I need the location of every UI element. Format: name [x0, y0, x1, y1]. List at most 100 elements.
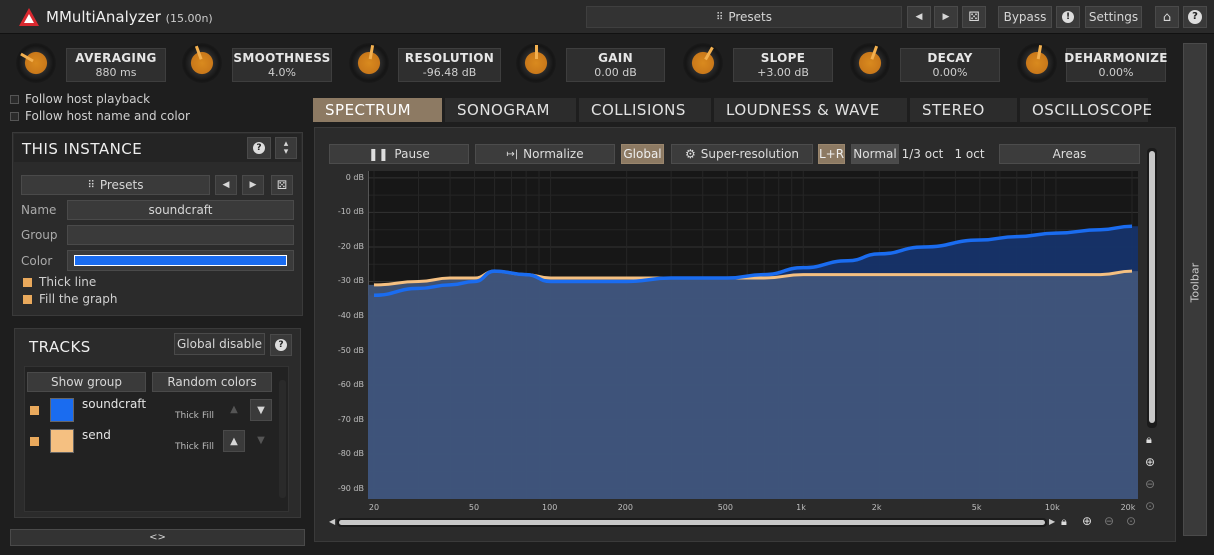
knob-dial[interactable] — [850, 43, 890, 83]
knob-dial[interactable] — [683, 43, 723, 83]
normalize-button[interactable]: ↦| Normalize — [475, 144, 615, 164]
zoom-reset-icon[interactable]: ⊙ — [1145, 499, 1155, 513]
random-colors-button[interactable]: Random colors — [152, 372, 272, 392]
instance-random-button[interactable]: ⚄ — [271, 175, 293, 195]
knob-dial[interactable] — [16, 43, 56, 83]
tab-stereo[interactable]: STEREO — [910, 98, 1017, 122]
group-field[interactable] — [67, 225, 294, 245]
group-label: Group — [21, 228, 58, 242]
lock-icon[interactable]: 🔒︎ — [1146, 433, 1152, 447]
pause-button[interactable]: ❚❚ Pause — [329, 144, 469, 164]
param-label-slope[interactable]: SLOPE +3.00 dB — [733, 48, 833, 82]
tab-sonogram[interactable]: SONOGRAM — [445, 98, 576, 122]
bypass-info-button[interactable]: ! — [1056, 6, 1080, 28]
fill-graph-option[interactable]: Fill the graph — [23, 292, 117, 306]
param-label-decay[interactable]: DECAY 0.00% — [900, 48, 1000, 82]
fill-graph-checkbox[interactable] — [23, 294, 32, 304]
presets-button[interactable]: ⠿ Presets — [586, 6, 902, 28]
tracks-scrollbar[interactable] — [279, 380, 286, 498]
tab-collisions[interactable]: COLLISIONS — [579, 98, 711, 122]
knob-slope[interactable] — [683, 42, 723, 84]
knob-resolution[interactable] — [349, 42, 389, 84]
h-zoom-out-icon[interactable]: ⊖ — [1104, 514, 1114, 528]
track-color-swatch[interactable] — [50, 429, 74, 453]
vertical-scrollbar[interactable] — [1147, 148, 1157, 428]
tab-loudness-wave[interactable]: LOUDNESS & WAVE — [714, 98, 907, 122]
horizontal-scrollbar[interactable] — [337, 518, 1047, 527]
scroll-left-icon[interactable]: ◀ — [329, 517, 335, 526]
instance-presets-button[interactable]: ⠿ Presets — [21, 175, 210, 195]
settings-button[interactable]: Settings — [1085, 6, 1142, 28]
name-field[interactable]: soundcraft — [67, 200, 294, 220]
track-fill[interactable]: Fill — [202, 442, 214, 452]
next-preset-button[interactable]: ▶ — [934, 6, 958, 28]
param-label-smoothness[interactable]: SMOOTHNESS 4.0% — [232, 48, 332, 82]
instance-help-button[interactable]: ? — [247, 137, 271, 159]
knob-dial[interactable] — [182, 43, 222, 83]
instance-collapse-button[interactable]: ▴ ▾ — [275, 137, 297, 159]
tracks-help-button[interactable]: ? — [270, 334, 292, 356]
knob-gain[interactable] — [516, 42, 556, 84]
move-up-button[interactable]: ▲ — [223, 399, 245, 421]
areas-button[interactable]: Areas — [999, 144, 1140, 164]
zoom-in-icon[interactable]: ⊕ — [1145, 455, 1155, 469]
follow-name-checkbox[interactable] — [10, 111, 19, 121]
knob-deharmonize[interactable] — [1017, 42, 1057, 84]
zoom-out-icon[interactable]: ⊖ — [1145, 477, 1155, 491]
one-oct-button[interactable]: 1 oct — [947, 144, 992, 164]
knob-decay[interactable] — [850, 42, 890, 84]
follow-name-option[interactable]: Follow host name and color — [10, 109, 190, 123]
track-color-swatch[interactable] — [50, 398, 74, 422]
follow-playback-option[interactable]: Follow host playback — [10, 92, 150, 106]
follow-playback-checkbox[interactable] — [10, 94, 19, 104]
h-zoom-in-icon[interactable]: ⊕ — [1082, 514, 1092, 528]
param-label-resolution[interactable]: RESOLUTION -96.48 dB — [398, 48, 501, 82]
param-label-gain[interactable]: GAIN 0.00 dB — [566, 48, 665, 82]
tab-spectrum[interactable]: SPECTRUM — [313, 98, 442, 122]
normal-mode-button[interactable]: Normal — [851, 144, 899, 164]
track-thick[interactable]: Thick — [175, 411, 199, 421]
knob-dial[interactable] — [349, 43, 389, 83]
random-preset-button[interactable]: ⚄ — [962, 6, 986, 28]
help-button[interactable]: ? — [1183, 6, 1207, 28]
vertical-scroll-thumb[interactable] — [1149, 151, 1155, 423]
track-row[interactable]: soundcraft Thick Fill ▲ ▼ — [28, 397, 278, 425]
tab-oscilloscope[interactable]: OSCILLOSCOPE — [1020, 98, 1152, 122]
global-button[interactable]: Global — [621, 144, 664, 164]
h-lock-icon[interactable]: 🔒︎ — [1061, 515, 1067, 529]
logo-icon[interactable] — [18, 7, 40, 27]
lr-button[interactable]: L+R — [818, 144, 845, 164]
show-group-button[interactable]: Show group — [27, 372, 146, 392]
third-oct-button[interactable]: 1/3 oct — [900, 144, 945, 164]
instance-prev-button[interactable]: ◀ — [215, 175, 237, 195]
global-disable-button[interactable]: Global disable — [174, 333, 265, 355]
knob-averaging[interactable] — [16, 42, 56, 84]
knob-smoothness[interactable] — [182, 42, 222, 84]
thick-line-option[interactable]: Thick line — [23, 275, 96, 289]
move-up-button[interactable]: ▲ — [223, 430, 245, 452]
h-zoom-reset-icon[interactable]: ⊙ — [1126, 514, 1136, 528]
move-down-button[interactable]: ▼ — [250, 399, 272, 421]
home-button[interactable]: ⌂ — [1155, 6, 1179, 28]
spectrum-chart[interactable] — [368, 171, 1138, 499]
color-swatch[interactable] — [67, 250, 294, 271]
horizontal-scroll-thumb[interactable] — [339, 520, 1045, 525]
left-panel-toggle-button[interactable]: <> — [10, 529, 305, 546]
prev-preset-button[interactable]: ◀ — [907, 6, 931, 28]
knob-dial[interactable] — [516, 43, 556, 83]
track-thick[interactable]: Thick — [175, 442, 199, 452]
thick-line-checkbox[interactable] — [23, 277, 32, 287]
move-down-button[interactable]: ▼ — [250, 430, 272, 452]
instance-next-button[interactable]: ▶ — [242, 175, 264, 195]
super-resolution-button[interactable]: ⚙ Super-resolution — [671, 144, 813, 164]
param-label-deharmonize[interactable]: DEHARMONIZE 0.00% — [1064, 48, 1167, 82]
track-enable-checkbox[interactable] — [30, 437, 39, 446]
track-row[interactable]: send Thick Fill ▲ ▼ — [28, 428, 278, 456]
bypass-button[interactable]: Bypass — [998, 6, 1052, 28]
track-enable-checkbox[interactable] — [30, 406, 39, 415]
tracks-title: TRACKS — [29, 338, 91, 356]
knob-dial[interactable] — [1017, 43, 1057, 83]
track-fill[interactable]: Fill — [202, 411, 214, 421]
param-label-averaging[interactable]: AVERAGING 880 ms — [66, 48, 166, 82]
scroll-right-icon[interactable]: ▶ — [1049, 517, 1055, 526]
